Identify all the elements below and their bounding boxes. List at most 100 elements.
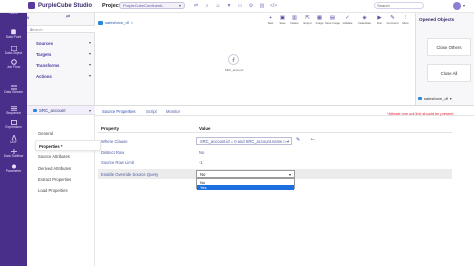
left-nav-rail: Home Data Point Data Object Job Flow Dat… bbox=[0, 0, 27, 266]
source-node[interactable]: ∮ bbox=[228, 54, 239, 65]
run-button[interactable]: ▶ Run bbox=[374, 15, 385, 25]
chevron-down-icon: ▾ bbox=[178, 3, 181, 8]
flow-canvas[interactable] bbox=[95, 30, 415, 105]
new-button[interactable]: + New bbox=[265, 15, 276, 25]
global-search-input[interactable]: Search bbox=[374, 2, 424, 9]
table-row[interactable]: Distinct Row No bbox=[98, 147, 452, 157]
chevron-down-icon: ▾ bbox=[449, 96, 452, 101]
property-name: Enable Override Source Query bbox=[101, 171, 159, 177]
nav-source-attributes[interactable]: Source Attributes bbox=[38, 154, 70, 159]
validate-button[interactable]: ✓ Validate bbox=[342, 15, 353, 25]
button-label: Close Others bbox=[436, 44, 462, 50]
warning-message: *Atleast one out link should be present bbox=[387, 111, 454, 116]
nav-general[interactable]: General bbox=[38, 131, 53, 136]
column-value: Value bbox=[199, 126, 211, 131]
code-icon[interactable]: </> bbox=[270, 3, 277, 9]
nav-properties[interactable]: Properties * bbox=[35, 140, 101, 151]
window-icon[interactable]: ▭ bbox=[237, 3, 243, 9]
column-property: Property bbox=[101, 126, 120, 131]
image-button[interactable]: ▦ Image bbox=[314, 15, 325, 25]
source-object-label: SRC_account bbox=[39, 108, 66, 113]
more-button[interactable]: ⋮ More bbox=[400, 15, 411, 25]
tab-label: salesforce_df bbox=[105, 20, 129, 25]
rail-item-parameter[interactable]: Parameter bbox=[0, 163, 27, 173]
connect-icon[interactable]: ⇌ bbox=[193, 3, 199, 9]
search-icon[interactable]: ⌕ bbox=[204, 3, 210, 9]
data-flow-search-input[interactable]: Search ⌕ bbox=[27, 25, 95, 33]
chevron-down-icon: ▾ bbox=[88, 51, 91, 56]
section-targets[interactable]: Targets ▾ bbox=[27, 50, 95, 58]
rail-item-data-stream[interactable]: Data Stream bbox=[0, 84, 27, 94]
arrow-left-icon: ← bbox=[310, 136, 316, 142]
chart-icon[interactable]: ▥ bbox=[259, 3, 265, 9]
cube-logo-icon bbox=[28, 2, 35, 9]
source-object-tab[interactable]: SRC_account ▾ bbox=[27, 106, 95, 115]
button-label: Close All bbox=[440, 70, 458, 76]
section-label: Transforms bbox=[36, 62, 60, 68]
property-name: Source Row Limit bbox=[101, 159, 134, 165]
tool-label: Save bbox=[279, 21, 286, 25]
override-query-select[interactable]: No ▾ bbox=[196, 170, 295, 178]
rail-label: Data Subflow bbox=[3, 154, 24, 158]
search-icon: ⌕ bbox=[30, 26, 33, 33]
comment-button[interactable]: ✎ Comment bbox=[386, 15, 398, 25]
nav-load-properties[interactable]: Load Properties bbox=[38, 188, 68, 193]
header-icons: ⇌ ⌕ ☺ ▼ ▭ ⚙ ▥ </> bbox=[193, 3, 277, 9]
rail-item-job-flow[interactable]: Job Flow bbox=[0, 59, 27, 69]
where-clause-field[interactable]: SRC_account.id = 0 and SRC_account.name … bbox=[196, 137, 292, 145]
option-yes[interactable]: Yes bbox=[197, 184, 294, 190]
close-all-button[interactable]: Close All bbox=[427, 64, 471, 82]
tool-label: Save Image bbox=[325, 21, 340, 25]
chevron-down-icon: ▾ bbox=[88, 40, 91, 45]
export-button[interactable]: ⇱ Export bbox=[302, 15, 313, 25]
nav-derived-attributes[interactable]: Derived Attributes bbox=[38, 166, 71, 171]
chevron-down-icon[interactable]: ▾ bbox=[463, 3, 465, 8]
nav-extract-properties[interactable]: Extract Properties bbox=[38, 177, 71, 182]
close-icon[interactable]: × bbox=[131, 20, 133, 25]
save-image-button[interactable]: ▤ Save Image bbox=[325, 15, 340, 25]
tool-label: Delete bbox=[290, 21, 299, 25]
rail-item-udf[interactable]: UDF bbox=[0, 134, 27, 144]
override-query-options: No Yes bbox=[196, 178, 295, 190]
delete-button[interactable]: ▥ Delete bbox=[289, 15, 300, 25]
settings-icon[interactable]: ⚙ bbox=[248, 3, 254, 9]
section-sources[interactable]: Sources ▾ bbox=[27, 39, 95, 47]
tab-salesforce-df[interactable]: salesforce_df × bbox=[98, 20, 133, 25]
chevron-down-icon: ▾ bbox=[286, 139, 289, 144]
tool-label: Run bbox=[376, 21, 383, 25]
tool-label: Export bbox=[303, 21, 312, 25]
project-select[interactable]: PurpleCubeConfluenti... ▾ bbox=[119, 2, 185, 9]
dataflow-icon bbox=[98, 20, 103, 25]
instantiate-button[interactable]: ◈ Instantiate bbox=[358, 15, 371, 25]
avatar[interactable] bbox=[453, 1, 461, 10]
property-name: Where Clause bbox=[101, 138, 128, 144]
rail-item-data-object[interactable]: Data Object bbox=[0, 45, 27, 55]
rail-item-expression[interactable]: Expression bbox=[0, 119, 27, 129]
rail-item-sequence[interactable]: Sequence bbox=[0, 105, 27, 115]
section-actions[interactable]: Actions ▾ bbox=[27, 72, 95, 80]
option-label: Yes bbox=[200, 184, 207, 190]
tab-script[interactable]: Script bbox=[146, 109, 157, 114]
section-label: Sources bbox=[36, 40, 53, 46]
tab-source-properties[interactable]: Source Properties bbox=[102, 109, 136, 114]
canvas-flow-selector[interactable]: salesforce_df ▾ bbox=[418, 96, 452, 101]
dataflow-icon bbox=[33, 108, 37, 112]
user-icon[interactable]: ☺ bbox=[215, 3, 221, 9]
rail-item-data-subflow[interactable]: Data Subflow bbox=[0, 148, 27, 158]
rail-label: Expression bbox=[5, 125, 22, 129]
dataflow-icon bbox=[418, 96, 422, 101]
table-row[interactable]: Source Row Limit -1 bbox=[98, 157, 452, 167]
rail-label: Job Flow bbox=[6, 65, 21, 69]
filter-icon[interactable]: ▼ bbox=[226, 3, 232, 9]
tab-monitor[interactable]: Monitor bbox=[166, 109, 180, 114]
section-transforms[interactable]: Transforms ▾ bbox=[27, 61, 95, 69]
edit-icon[interactable]: ✎ bbox=[296, 137, 300, 143]
rail-label: UDF bbox=[10, 140, 17, 144]
top-header: PurpleCube Studio Project PurpleCubeConf… bbox=[0, 0, 474, 13]
close-others-button[interactable]: Close Others bbox=[427, 38, 471, 56]
tool-label: Instantiate bbox=[358, 21, 371, 25]
rail-item-data-point[interactable]: Data Point bbox=[0, 29, 27, 39]
node-label: SRC_account bbox=[224, 68, 244, 72]
swap-icon[interactable]: ⇄ bbox=[66, 14, 70, 20]
save-button[interactable]: ▣ Save bbox=[277, 15, 288, 25]
